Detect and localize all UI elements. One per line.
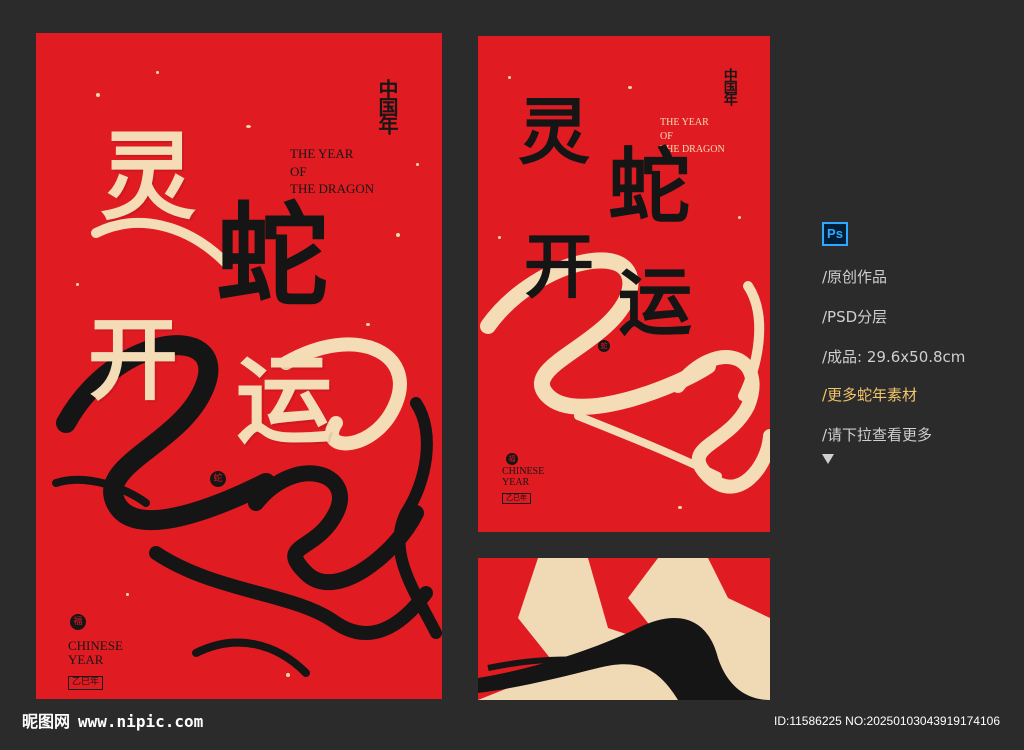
detail-brush-art — [478, 558, 770, 700]
speck — [246, 125, 251, 128]
seal-stamp: 蛇 — [210, 471, 226, 487]
info-line-scroll-more: /请下拉查看更多 — [822, 426, 933, 444]
watermark-url: www.nipic.com — [78, 712, 204, 731]
seal-stamp-small: 福 — [506, 453, 518, 465]
site-watermark: 昵图网 www.nipic.com — [22, 708, 203, 732]
brand-mark: 中国年 — [721, 68, 738, 104]
headline-char-yun: 运 — [618, 260, 692, 346]
headline-char-ling: 灵 — [100, 120, 196, 233]
speck — [126, 593, 129, 596]
english-title: THE YEAR OF THE DRAGON — [290, 146, 375, 197]
info-line-psd-layers: /PSD分层 — [822, 308, 888, 326]
headline-char-ling: 灵 — [518, 89, 591, 174]
speck — [96, 93, 100, 97]
poster-detail-crop — [478, 558, 770, 700]
seal-stamp: 蛇 — [598, 340, 610, 352]
info-line-size: /成品: 29.6x50.8cm — [822, 348, 966, 366]
speck — [508, 76, 511, 79]
info-line-more-snake-assets[interactable]: /更多蛇年素材 — [822, 384, 917, 405]
speck — [156, 71, 159, 74]
chinese-year-label: CHINESE YEAR — [502, 466, 545, 488]
chinese-year-label: CHINESE YEAR — [68, 638, 123, 668]
headline-char-kai: 开 — [524, 225, 594, 308]
brand-mark: 中国年 — [375, 79, 399, 133]
speck — [498, 236, 501, 239]
speck — [366, 323, 370, 326]
headline-char-kai: 开 — [88, 307, 178, 413]
image-id-label: ID:11586225 NO:20250103043919174106 — [774, 714, 1000, 728]
speck — [738, 216, 741, 219]
headline-char-yun: 运 — [236, 344, 332, 457]
headline-char-she: 蛇 — [216, 191, 328, 322]
speck — [76, 283, 79, 286]
seal-stamp-small: 福 — [70, 614, 86, 630]
speck — [416, 163, 419, 166]
speck — [286, 673, 290, 677]
speck — [628, 86, 632, 89]
headline-char-she: 蛇 — [608, 139, 691, 235]
watermark-site-name: 昵图网 — [22, 712, 71, 731]
speck — [678, 506, 682, 509]
poster-side: 中国年 THE YEAR OF THE DRAGON 灵 蛇 开 运 蛇 福 C… — [478, 36, 770, 532]
down-triangle-icon — [822, 454, 834, 464]
year-tag: 乙巳年 — [68, 676, 104, 690]
year-tag: 乙巳年 — [502, 493, 531, 505]
poster-main: 中国年 THE YEAR OF THE DRAGON 灵 蛇 开 运 蛇 福 C… — [36, 33, 442, 699]
photoshop-icon: Ps — [822, 222, 848, 246]
speck — [396, 233, 400, 237]
info-line-original: /原创作品 — [822, 268, 888, 286]
